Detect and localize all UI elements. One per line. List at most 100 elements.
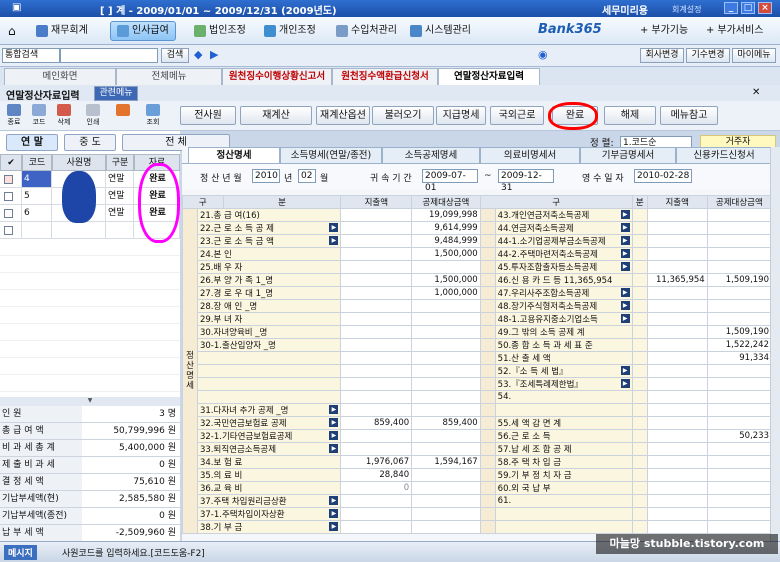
form-tab-5[interactable]: 신용카드신청서 [676,147,772,163]
delete-tool[interactable]: 삭제 [53,103,75,129]
row-extra[interactable] [340,390,413,404]
row-spent-right[interactable] [646,493,708,508]
menu-item-4[interactable]: 수입처관리 [330,21,403,41]
print-tool[interactable]: 인쇄 [82,103,104,129]
popup-arrow-icon[interactable]: ▶ [329,508,339,518]
row-extra[interactable]: 28,840 [340,467,413,482]
row-spent-right[interactable] [646,351,708,365]
row-spent-right[interactable] [646,286,708,300]
popup-arrow-icon[interactable]: ▶ [329,417,339,427]
popup-arrow-icon[interactable]: ▶ [620,236,630,245]
row-spent-right[interactable] [646,506,708,521]
row-extra[interactable] [340,338,413,352]
row-deduct[interactable]: 1,000,000 [411,286,481,300]
row-deduct-right[interactable] [706,208,773,222]
row-deduct-right[interactable] [706,299,773,313]
row-deduct-right[interactable]: 1,509,190 [706,273,773,287]
row-deduct-right[interactable] [706,286,773,300]
maximize-button[interactable]: □ [741,2,755,14]
row-spent-right[interactable] [646,467,708,482]
popup-arrow-icon[interactable]: ▶ [329,236,339,245]
row-extra[interactable]: 1,976,067 [340,454,413,469]
tab-year-end-settlement[interactable]: 연말정산자료입력 [438,68,540,85]
row-deduct[interactable] [411,441,481,456]
payment-statement-button[interactable]: 지급명세 [436,106,486,125]
row-deduct[interactable] [411,312,481,326]
load-button[interactable]: 불러오기 [372,106,434,125]
row-deduct[interactable] [411,402,481,417]
row-extra[interactable] [340,519,413,534]
row-deduct[interactable] [411,390,481,404]
row-deduct[interactable]: 1,500,000 [411,247,481,261]
close-button[interactable]: × [758,2,772,14]
row-spent-right[interactable] [646,299,708,313]
row-deduct-right[interactable] [706,480,773,495]
row-deduct-right[interactable] [706,390,773,404]
row-deduct[interactable] [411,299,481,313]
row-deduct[interactable]: 1,594,167 [411,454,481,469]
popup-arrow-icon[interactable]: ▶ [620,379,630,388]
form-tab-2[interactable]: 소득공제명세 [382,147,480,163]
vertical-scrollbar[interactable] [770,147,780,542]
row-deduct[interactable] [411,519,481,534]
row-extra[interactable]: 859,400 [340,415,413,430]
row-deduct[interactable] [411,260,481,274]
menu-item-2[interactable]: 법인조정 [188,21,252,41]
row-spent-right[interactable] [646,325,708,339]
row-deduct[interactable]: 9,614,999 [411,221,481,235]
row-deduct[interactable] [411,480,481,495]
popup-arrow-icon[interactable]: ▶ [620,301,630,310]
row-spent-right[interactable] [646,390,708,404]
form-tab-0[interactable]: 정산명세 [188,147,280,163]
row-spent-right[interactable] [646,415,708,430]
tab-main[interactable]: 메인화면 [4,68,116,85]
row-deduct-right[interactable]: 91,334 [706,351,773,365]
menu-item-3[interactable]: 개인조정 [258,21,322,41]
row-deduct[interactable] [411,338,481,352]
row-spent-right[interactable] [646,519,708,534]
all-employees-button[interactable]: 전사원 [180,106,236,125]
row-extra[interactable] [340,325,413,339]
form-tab-4[interactable]: 기부금명세서 [580,147,676,163]
forward-icon[interactable]: ▶ [210,48,218,61]
menu-extra-features[interactable]: + 부가기능 [634,21,694,41]
row-spent-right[interactable] [646,208,708,222]
row-deduct[interactable]: 19,099,998 [411,208,481,222]
period-to-input[interactable]: 2009-12-31 [498,169,554,193]
menu-item-0[interactable]: 재무회계 [30,21,94,41]
form-tab-3[interactable]: 의료비명세서 [480,147,580,163]
row-spent-right[interactable] [646,247,708,261]
row-extra[interactable] [340,273,413,287]
tab-withholding-refund[interactable]: 원천징수액환급신청서 [332,68,438,85]
search-scope-select[interactable]: 통합검색 [2,48,60,63]
row-deduct[interactable] [411,351,481,365]
row-checkbox[interactable] [0,222,22,239]
row-deduct[interactable]: 859,400 [411,415,481,430]
row-deduct-right[interactable] [706,221,773,235]
row-deduct-right[interactable] [706,247,773,261]
row-extra[interactable] [340,260,413,274]
popup-arrow-icon[interactable]: ▶ [620,249,630,258]
row-deduct-right[interactable] [706,441,773,456]
overseas-work-button[interactable]: 국외근로 [490,106,544,125]
row-spent-right[interactable] [646,260,708,274]
row-extra[interactable] [340,493,413,508]
menu-item-5[interactable]: 시스템관리 [404,21,477,41]
row-spent-right[interactable] [646,364,708,378]
related-menu-button[interactable]: 관련메뉴 [94,86,138,101]
row-spent-right[interactable]: 11,365,954 [646,273,708,287]
popup-arrow-icon[interactable]: ▶ [329,430,339,440]
receipt-date-input[interactable]: 2010-02-28 [634,169,692,183]
row-extra[interactable] [340,247,413,261]
row-deduct-right[interactable] [706,260,773,274]
popup-arrow-icon[interactable]: ▶ [329,495,339,505]
release-button[interactable]: 해제 [604,106,656,125]
row-extra[interactable] [340,299,413,313]
form-tab-1[interactable]: 소득명세(연말/종전) [280,147,382,163]
minimize-button[interactable]: _ [724,2,738,14]
row-deduct-right[interactable] [706,519,773,534]
popup-arrow-icon[interactable]: ▶ [329,443,339,453]
check-all-header[interactable]: ✔ [0,154,22,171]
row-checkbox[interactable] [0,171,22,188]
window-close-icon[interactable]: ✕ [752,87,760,98]
